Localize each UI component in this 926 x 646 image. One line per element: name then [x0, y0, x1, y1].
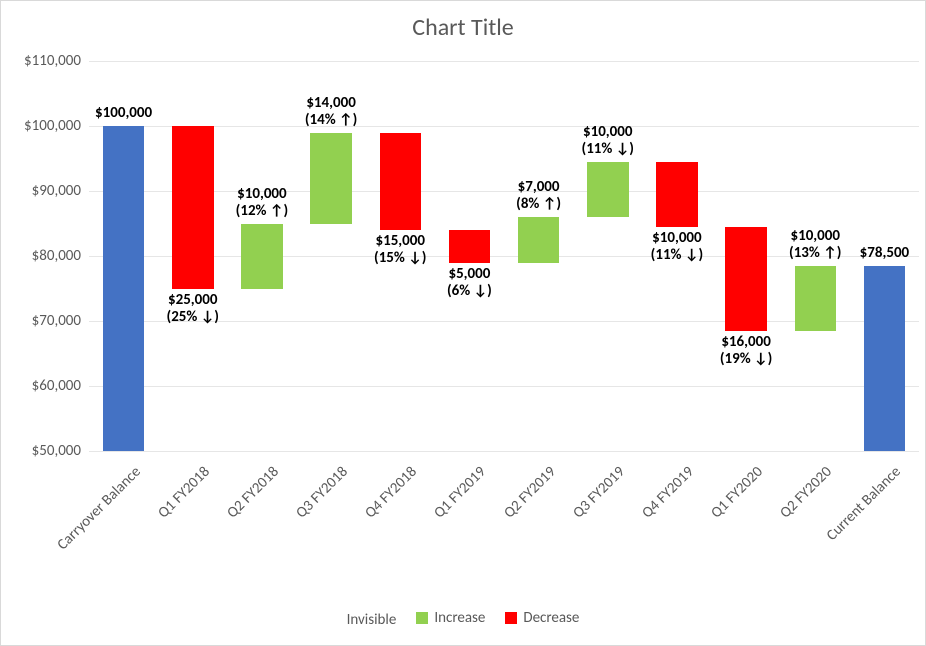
data-label-value: $10,000	[236, 186, 288, 203]
gridline	[89, 61, 919, 62]
chart-title: Chart Title	[1, 13, 925, 42]
gridline	[89, 126, 919, 127]
y-tick-label: $70,000	[3, 312, 81, 330]
chart-frame: Chart Title $50,000 $60,000 $70,000 $80,000…	[0, 0, 926, 646]
legend-item: Decrease	[505, 609, 579, 627]
data-label: $10,000(11% ↓)	[582, 124, 634, 159]
data-label-pct: (8% ↑)	[516, 196, 561, 213]
x-tick-label: Q4 FY2018	[362, 463, 421, 522]
data-label-pct: (12% ↑)	[236, 203, 288, 220]
data-label: $7,000(8% ↑)	[516, 179, 561, 214]
data-label: $16,000(19% ↓)	[720, 334, 772, 369]
data-label-value: $7,000	[516, 179, 561, 196]
x-tick-label: Q1 FY2020	[708, 463, 767, 522]
bar-decrease	[172, 126, 214, 289]
x-tick-label: Q1 FY2019	[431, 463, 490, 522]
gridline	[89, 386, 919, 387]
data-label: $14,000(14% ↑)	[305, 95, 357, 130]
data-label-value: $15,000	[374, 233, 426, 250]
data-label: $15,000(15% ↓)	[374, 233, 426, 268]
data-label-value: $10,000	[651, 230, 703, 247]
y-tick-label: $80,000	[3, 247, 81, 265]
x-tick-label: Q3 FY2018	[293, 463, 352, 522]
gridline	[89, 451, 919, 452]
bar-increase	[310, 133, 352, 224]
data-label-value: $10,000	[582, 124, 634, 141]
legend-item: Invisible	[347, 611, 397, 629]
legend-label: Increase	[434, 609, 485, 627]
data-label: $10,000(12% ↑)	[236, 186, 288, 221]
legend-swatch	[505, 612, 517, 624]
data-label-value: $25,000	[167, 292, 219, 309]
legend-swatch	[416, 612, 428, 624]
x-tick-label: Q3 FY2019	[569, 463, 628, 522]
bar-decrease	[449, 230, 491, 263]
data-label-pct: (25% ↓)	[167, 309, 219, 326]
y-tick-label: $100,000	[3, 117, 81, 135]
data-label: $25,000(25% ↓)	[167, 292, 219, 327]
legend: Invisible Increase Decrease	[1, 609, 925, 629]
bar-decrease	[380, 133, 422, 231]
x-tick-label: Carryover Balance	[53, 463, 144, 554]
x-tick-label: Q2 FY2020	[777, 463, 836, 522]
x-tick-label: Q2 FY2019	[500, 463, 559, 522]
bar-decrease	[656, 162, 698, 227]
data-label-value: $78,500	[860, 245, 909, 262]
bar-endpoint	[103, 126, 145, 451]
x-axis-labels: Carryover BalanceQ1 FY2018Q2 FY2018Q3 FY…	[89, 455, 919, 605]
x-tick-label: Q4 FY2019	[638, 463, 697, 522]
gridline	[89, 191, 919, 192]
y-tick-label: $110,000	[3, 52, 81, 70]
data-label-value: $100,000	[95, 105, 152, 122]
x-tick-label: Q2 FY2018	[223, 463, 282, 522]
bar-increase	[795, 266, 837, 331]
data-label-pct: (14% ↑)	[305, 112, 357, 129]
data-label-pct: (11% ↓)	[651, 247, 703, 264]
bar-increase	[518, 217, 560, 263]
legend-item: Increase	[416, 609, 485, 627]
bar-endpoint	[864, 266, 906, 451]
data-label: $10,000(13% ↑)	[789, 228, 841, 263]
y-tick-label: $90,000	[3, 182, 81, 200]
data-label-pct: (13% ↑)	[789, 245, 841, 262]
data-label: $100,000	[95, 105, 152, 122]
data-label-value: $16,000	[720, 334, 772, 351]
data-label-pct: (15% ↓)	[374, 250, 426, 267]
data-label: $5,000(6% ↓)	[447, 266, 492, 301]
bar-decrease	[725, 227, 767, 331]
legend-label: Invisible	[347, 611, 397, 629]
data-label-pct: (6% ↓)	[447, 283, 492, 300]
data-label: $78,500	[860, 245, 909, 262]
x-tick-label: Q1 FY2018	[154, 463, 213, 522]
y-tick-label: $60,000	[3, 377, 81, 395]
y-tick-label: $50,000	[3, 442, 81, 460]
data-label-value: $10,000	[789, 228, 841, 245]
plot-area: $100,000$25,000(25% ↓)$10,000(12% ↑)$14,…	[89, 61, 919, 451]
bar-increase	[241, 224, 283, 289]
legend-label: Decrease	[523, 609, 579, 627]
data-label-pct: (19% ↓)	[720, 351, 772, 368]
data-label-value: $14,000	[305, 95, 357, 112]
bar-increase	[587, 162, 629, 217]
data-label-pct: (11% ↓)	[582, 141, 634, 158]
data-label-value: $5,000	[447, 266, 492, 283]
data-label: $10,000(11% ↓)	[651, 230, 703, 265]
